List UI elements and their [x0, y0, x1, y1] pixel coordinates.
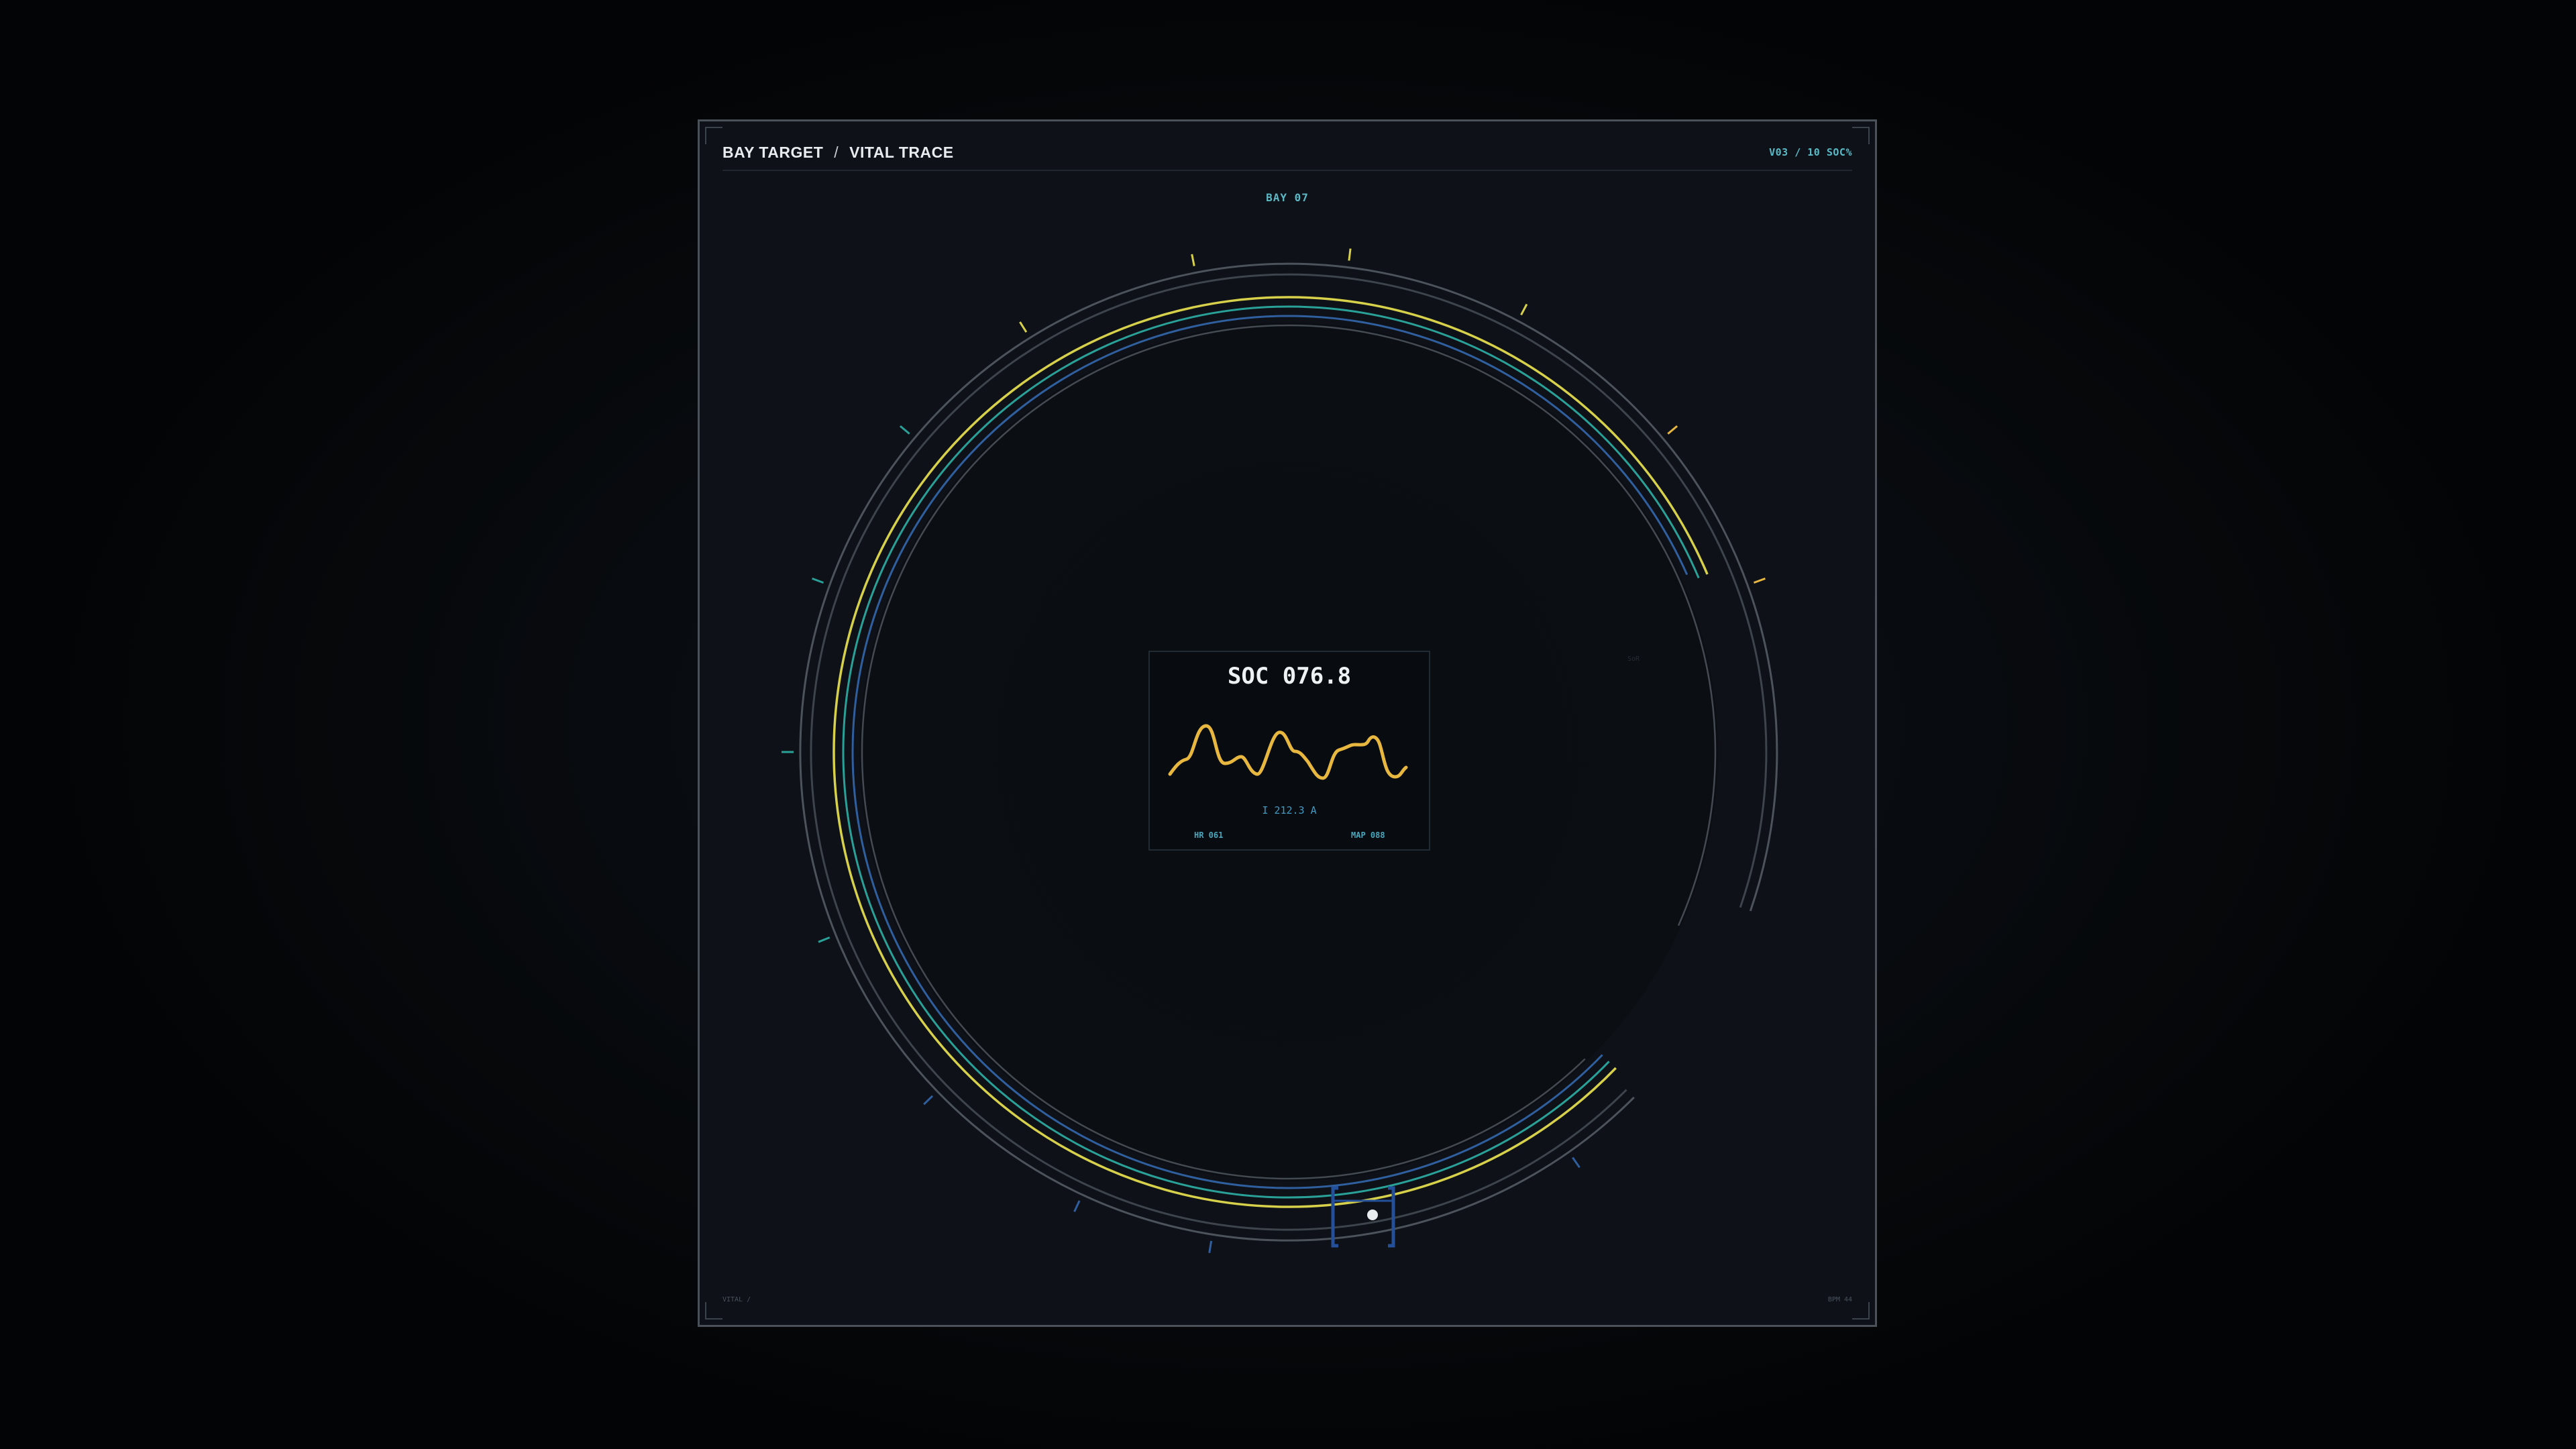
heart-rate-value: HR 061 — [1194, 830, 1224, 840]
faint-label: SoR — [1627, 655, 1640, 663]
dial-tick — [923, 1095, 934, 1106]
dial-tick — [899, 425, 910, 435]
dial-tick — [1572, 1157, 1580, 1169]
dial-tick — [812, 577, 824, 584]
dial-tick — [1208, 1240, 1213, 1253]
dial-tick — [1753, 577, 1766, 584]
readout-box: SOC 076.8 I 212.3 A HR 061 MAP 088 — [1148, 651, 1430, 851]
dial-tick — [1073, 1200, 1081, 1212]
soc-waveform — [1168, 724, 1408, 780]
waveform-chart — [1168, 724, 1408, 780]
marker-dot[interactable] — [1367, 1210, 1378, 1220]
dial-tick — [1019, 321, 1028, 333]
map-value: MAP 088 — [1351, 830, 1385, 840]
dial-tick — [818, 936, 830, 943]
vital-trace-panel: BAY TARGET / VITAL TRACE V03 / 10 SOC% B… — [698, 119, 1877, 1327]
dial-tick — [1348, 248, 1352, 261]
footer-right-label: BPM 44 — [1827, 1296, 1852, 1303]
soc-value: SOC 076.8 — [1227, 663, 1352, 690]
footer-left-label: VITAL / — [722, 1296, 751, 1303]
dial-tick — [1667, 425, 1678, 435]
dial-tick — [1520, 303, 1528, 316]
dial-tick — [1191, 254, 1195, 266]
current-value: I 212.3 A — [1262, 804, 1317, 816]
